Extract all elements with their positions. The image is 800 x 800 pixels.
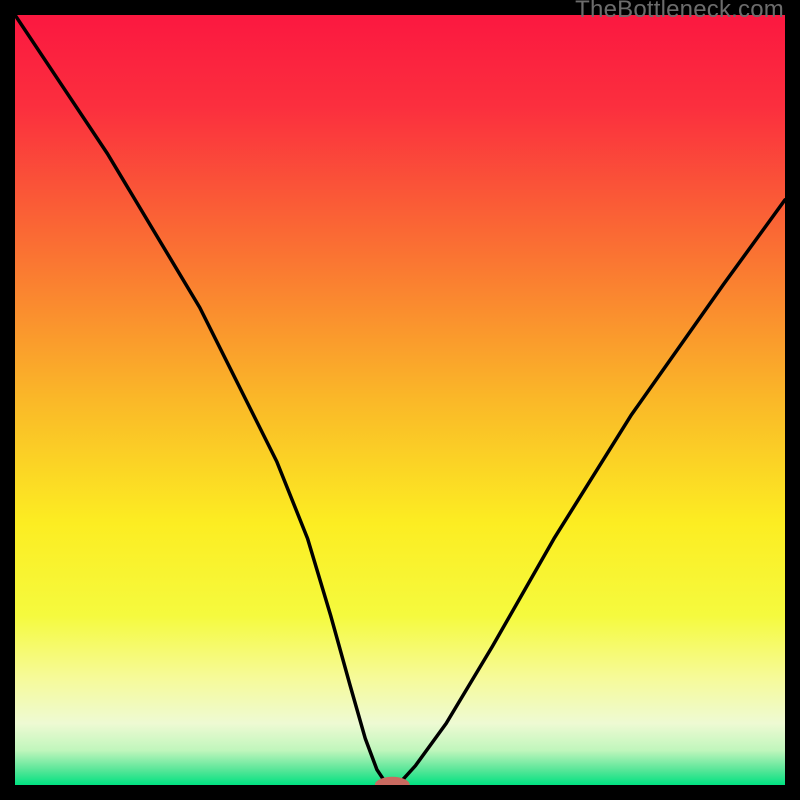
chart-frame: TheBottleneck.com [0, 0, 800, 800]
plot-svg [15, 15, 785, 785]
plot-background [15, 15, 785, 785]
plot-area [15, 15, 785, 785]
